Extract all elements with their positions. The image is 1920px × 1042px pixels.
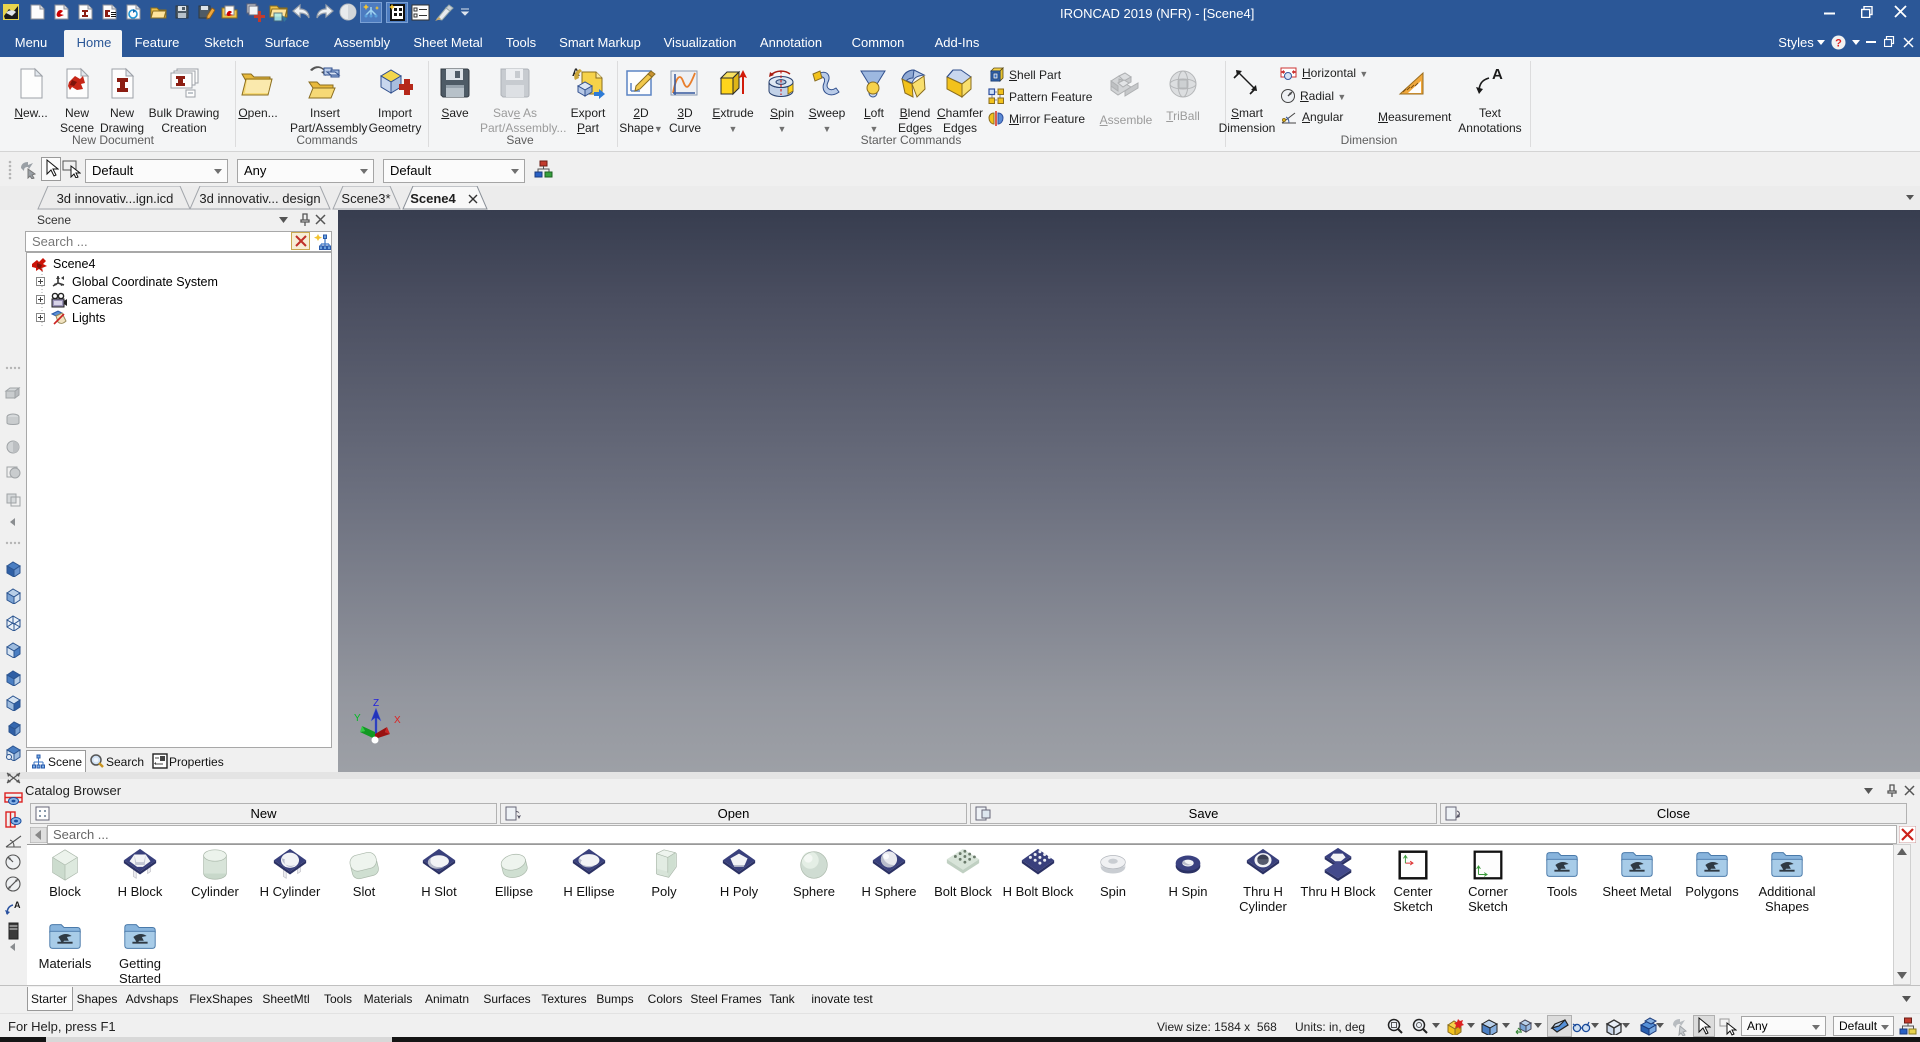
svg-text:Z: Z [373, 698, 379, 709]
svg-text:A: A [14, 900, 21, 910]
svg-text:A: A [1492, 66, 1503, 83]
svg-text:Y: Y [354, 713, 361, 724]
svg-text:?: ? [1835, 38, 1842, 50]
svg-text:X: X [394, 715, 401, 726]
